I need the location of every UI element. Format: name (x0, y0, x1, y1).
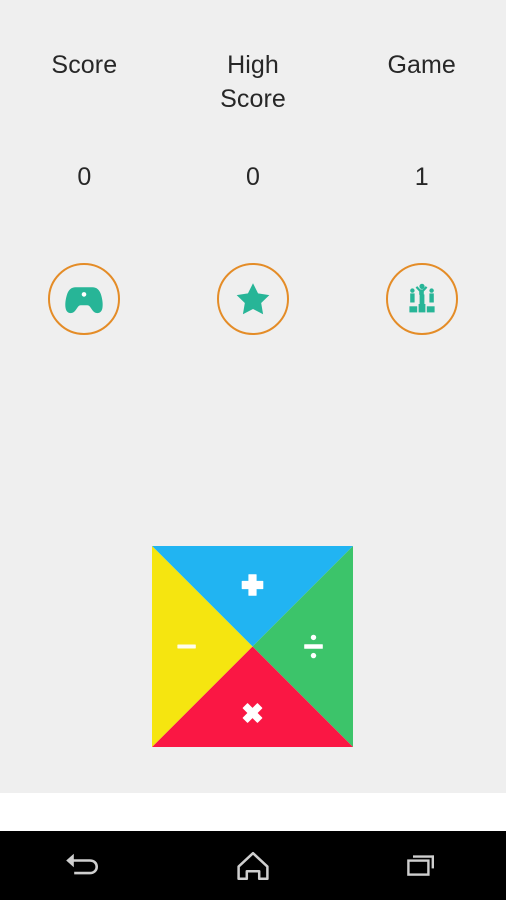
android-navigation-bar (0, 831, 506, 900)
stat-value-cell-high-score: 0 (169, 162, 338, 192)
play-game-button[interactable] (48, 263, 121, 335)
nav-back-button[interactable] (0, 831, 169, 900)
stat-column-score: Score (0, 48, 169, 116)
stats-value-row: 0 0 1 (0, 162, 506, 192)
home-icon (234, 849, 272, 883)
leaderboard-button[interactable] (385, 263, 458, 335)
bottom-spacer (0, 793, 506, 831)
high-score-label: High Score (220, 51, 286, 113)
nav-recents-button[interactable] (337, 831, 506, 900)
stats-label-row: Score High Score Game (0, 48, 506, 116)
action-button-row (0, 263, 506, 335)
stat-column-high-score: High Score (169, 48, 338, 116)
stat-value-cell-game: 1 (337, 162, 506, 192)
app-screen: Score High Score Game 0 0 1 (0, 0, 506, 900)
game-label: Game (387, 51, 456, 79)
recents-icon (404, 850, 440, 882)
score-label: Score (51, 51, 118, 79)
action-cell-play (0, 263, 169, 335)
action-cell-leaderboard (337, 263, 506, 335)
back-icon (64, 849, 104, 883)
gamepad-icon (64, 282, 104, 316)
leaderboard-icon (402, 279, 442, 319)
game-value: 1 (414, 163, 429, 191)
action-cell-rate (169, 263, 338, 335)
high-score-value: 0 (246, 163, 260, 191)
stat-column-game: Game (337, 48, 506, 116)
star-icon (234, 280, 272, 318)
operator-board[interactable] (152, 546, 353, 747)
minus-glyph (177, 644, 196, 649)
nav-home-button[interactable] (169, 831, 338, 900)
stat-value-cell-score: 0 (0, 162, 169, 192)
score-value: 0 (77, 163, 92, 191)
rate-button[interactable] (217, 263, 289, 335)
